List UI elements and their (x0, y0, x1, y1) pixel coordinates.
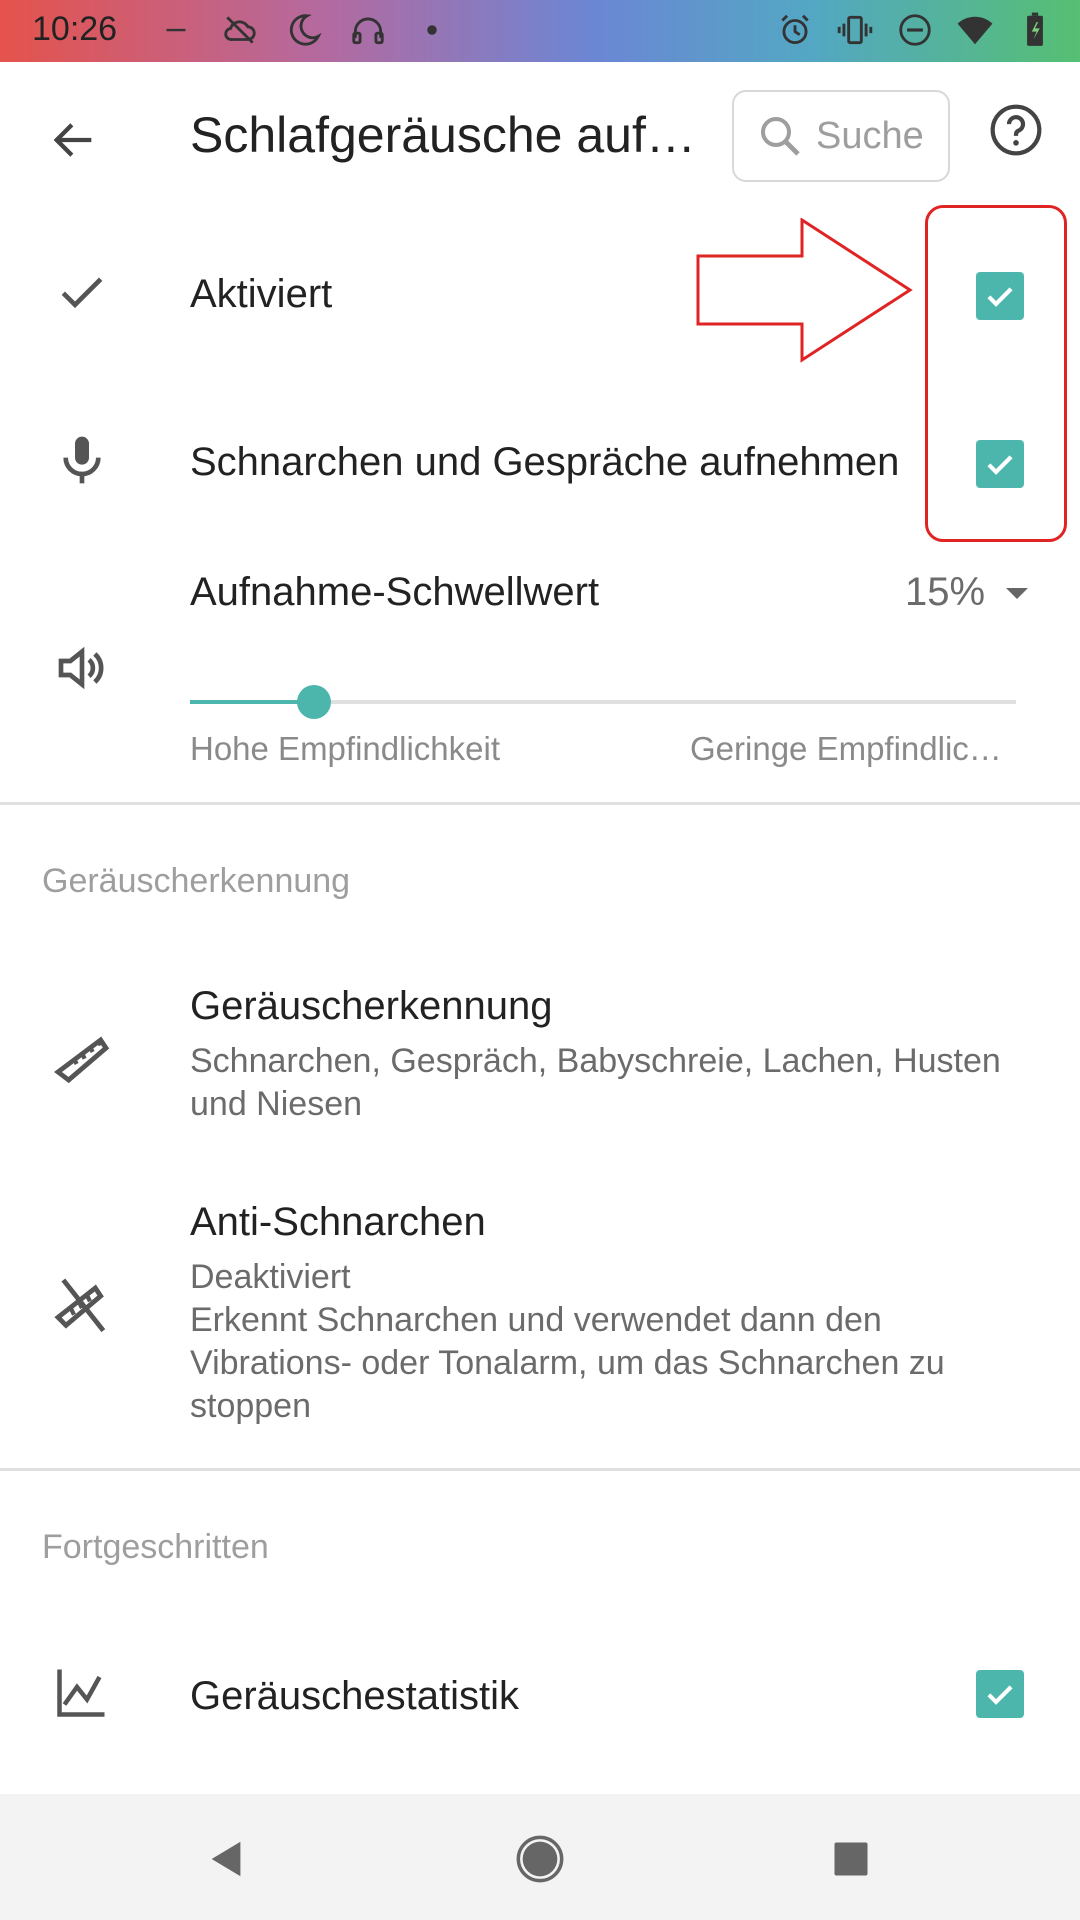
threshold-label: Aufnahme-Schwellwert (190, 570, 600, 614)
back-button[interactable] (36, 102, 112, 178)
check-icon (46, 256, 118, 328)
nav-recents-button[interactable] (816, 1824, 886, 1894)
toolbar: Schlafgeräusche aufnehmen Suche (0, 62, 1080, 210)
noise-statistics-title: Geräuschestatistik (190, 1674, 520, 1718)
cloud-off-icon (219, 8, 261, 52)
page-title: Schlafgeräusche aufnehmen (190, 107, 700, 163)
volume-icon (46, 632, 118, 704)
noise-statistics-checkbox[interactable] (976, 1670, 1024, 1718)
slider-max-label: Geringe Empfindlichkeit (690, 730, 1006, 767)
list-item-noise-recognition[interactable]: Geräuscherkennung Schnarchen, Gespräch, … (0, 960, 1080, 1130)
anti-snore-subtitle: Erkennt Schnarchen und verwendet dann de… (190, 1301, 945, 1425)
divider (0, 802, 1080, 805)
section-header-noise: Geräuscherkennung (42, 862, 351, 900)
search-icon (761, 117, 800, 156)
headphones-icon (347, 8, 389, 52)
minus-icon (155, 8, 197, 52)
list-item-anti-snore[interactable]: Anti-Schnarchen Deaktiviert Erkennt Schn… (0, 1176, 1080, 1436)
line-chart-icon (46, 1656, 118, 1728)
search-input[interactable]: Suche (732, 90, 950, 182)
alarm-icon (774, 8, 816, 52)
arrow-back-icon (53, 123, 92, 157)
circle-home-icon (516, 1835, 564, 1883)
status-bar: 10:26 (0, 0, 1080, 62)
setting-record-label: Schnarchen und Gespräche aufnehmen (190, 440, 900, 484)
setting-record[interactable]: Schnarchen und Gespräche aufnehmen (0, 400, 1080, 520)
threshold-slider-thumb[interactable] (296, 685, 331, 719)
microphone-icon (46, 424, 118, 496)
dropdown-arrow-icon[interactable] (1002, 580, 1032, 604)
battery-charging-icon (1014, 8, 1056, 52)
status-time: 10:26 (32, 10, 118, 48)
anti-snore-title: Anti-Schnarchen (190, 1200, 486, 1244)
square-recents-icon (834, 1842, 868, 1876)
search-placeholder: Suche (816, 114, 924, 157)
list-item-noise-statistics[interactable]: Geräuschestatistik (0, 1634, 1080, 1754)
screen: 10:26 Schlafgeräusche aufne Suche Aktivi… (0, 0, 1080, 1920)
checkmark-icon (987, 1685, 1013, 1705)
section-header-advanced: Fortgeschritten (42, 1528, 269, 1566)
anti-snore-icon (46, 1268, 118, 1340)
dot-icon (411, 8, 453, 52)
nav-back-button[interactable] (192, 1824, 262, 1894)
anti-snore-status: Deaktiviert (190, 1258, 351, 1296)
triangle-back-icon (211, 1841, 241, 1877)
threshold-slider-fill (190, 700, 314, 704)
annotation-arrow-icon (696, 218, 913, 363)
help-button[interactable] (986, 100, 1046, 160)
do-not-disturb-icon (894, 8, 936, 52)
threshold-value[interactable]: 15% (905, 570, 985, 615)
nav-home-button[interactable] (505, 1824, 575, 1894)
setting-activated[interactable]: Aktiviert (0, 232, 1080, 352)
noise-recognition-subtitle: Schnarchen, Gespräch, Babyschreie, Lache… (190, 1042, 1001, 1123)
saw-icon (46, 1020, 118, 1092)
navigation-bar (0, 1794, 1080, 1920)
vibrate-icon (834, 8, 876, 52)
setting-activated-label: Aktiviert (190, 272, 333, 316)
annotation-highlight-box (925, 205, 1067, 542)
noise-recognition-title: Geräuscherkennung (190, 984, 553, 1028)
divider (0, 1468, 1080, 1471)
help-icon (990, 104, 1042, 156)
slider-min-label: Hohe Empfindlichkeit (190, 730, 500, 767)
wifi-icon (954, 8, 996, 52)
moon-icon (283, 8, 325, 52)
